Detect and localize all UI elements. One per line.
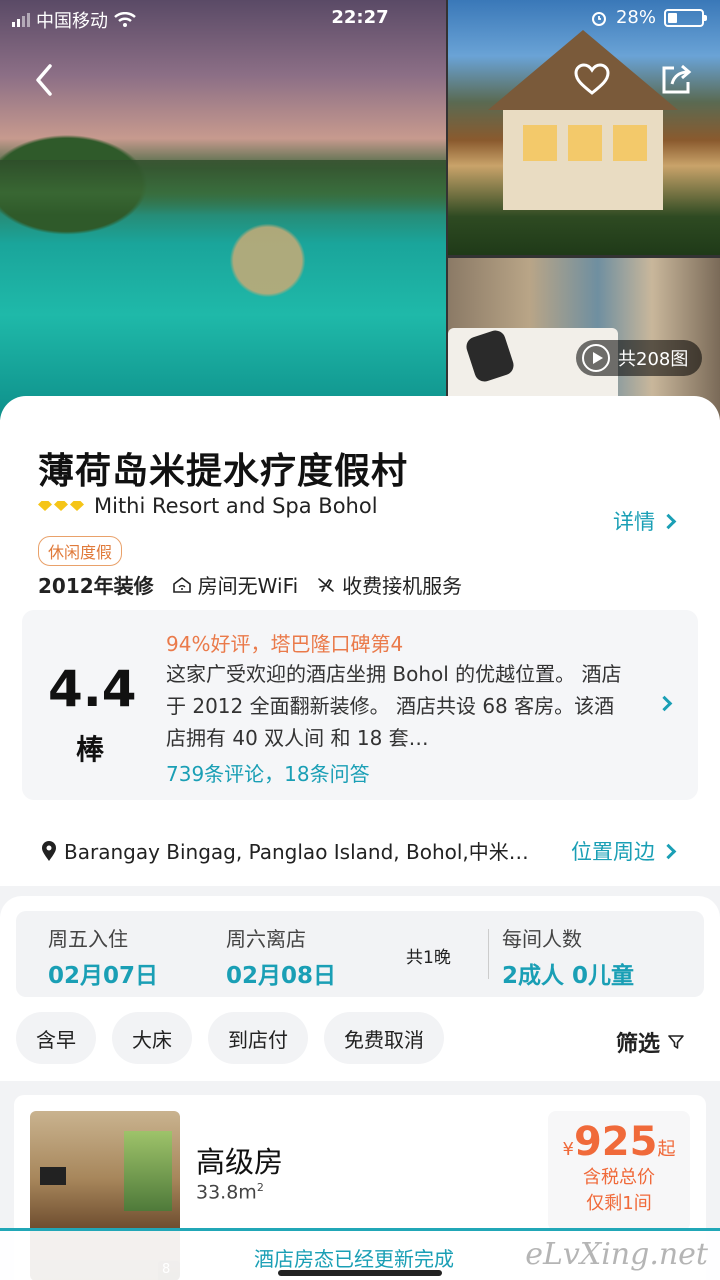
airport-facility: 收费接机服务 (316, 570, 462, 599)
divider (488, 929, 489, 979)
price-box[interactable]: ¥925起 含税总价 仅剩1间 (548, 1111, 690, 1231)
details-label: 详情 (613, 510, 655, 534)
hero-gallery[interactable]: 共208图 (0, 0, 720, 420)
price-suffix: 起 (657, 1139, 676, 1160)
renovation-year: 2012年装修 (38, 574, 154, 598)
review-description: 这家广受欢迎的酒店坐拥 Bohol 的优越位置。 酒店 于 2012 全面翻新装… (166, 662, 622, 750)
filter-label: 筛选 (615, 1032, 660, 1057)
heart-icon (574, 63, 610, 95)
share-button[interactable] (656, 60, 696, 100)
wifi-label: 房间无WiFi (197, 574, 299, 598)
airplane-icon (318, 577, 334, 592)
guests-col[interactable]: 每间人数 2成人 0儿童 (502, 923, 634, 990)
date-picker[interactable]: 周五入住 02月07日 周六离店 02月08日 共1晚 每间人数 2成人 0儿童 (16, 911, 704, 997)
home-indicator[interactable] (278, 1270, 442, 1276)
villa-illustration (488, 30, 678, 210)
guests-value: 2成人 0儿童 (502, 963, 635, 989)
hotel-subtitle: Mithi Resort and Spa Bohol (38, 494, 378, 518)
battery-icon (664, 8, 707, 27)
address-row[interactable]: Barangay Bingag, Panglao Island, Bohol,中… (40, 836, 560, 865)
funnel-icon (668, 1035, 684, 1049)
location-pin-icon (42, 840, 56, 861)
play-icon (582, 344, 610, 372)
hero-villa-photo[interactable] (448, 0, 720, 255)
back-button[interactable] (26, 60, 66, 100)
checkin-col[interactable]: 周五入住 02月07日 (48, 923, 158, 990)
photo-count-badge[interactable]: 共208图 (576, 340, 703, 376)
status-right: 28% (590, 7, 707, 28)
price-line: ¥925起 (548, 1119, 690, 1165)
toast-text: 酒店房态已经更新完成 (254, 1247, 454, 1271)
chevron-right-icon (656, 695, 673, 712)
alarm-icon (591, 11, 606, 26)
details-link[interactable]: 详情 (613, 506, 677, 536)
checkout-date: 02月08日 (226, 963, 337, 989)
chevron-right-icon (660, 843, 677, 859)
filter-chip-pay-at-hotel[interactable]: 到店付 (208, 1012, 308, 1064)
diamond-rating-icon (38, 501, 84, 511)
photo-count-label: 共208图 (618, 349, 689, 370)
price-note-tax: 含税总价 (583, 1167, 655, 1188)
guests-label: 每间人数 (502, 927, 582, 951)
hero-main-photo[interactable] (0, 0, 446, 420)
chevron-left-icon (36, 64, 52, 96)
review-summary[interactable]: 4.4 棒 94%好评，塔巴隆口碑第4 这家广受欢迎的酒店坐拥 Bohol 的优… (22, 610, 698, 800)
share-icon (662, 64, 692, 94)
hotel-name: 薄荷岛米提水疗度假村 (38, 451, 409, 492)
filter-chips: 含早 大床 到店付 免费取消 (16, 1012, 444, 1064)
facilities-row[interactable]: 2012年装修 房间无WiFi 收费接机服务 (38, 570, 462, 599)
filter-button[interactable]: 筛选 (616, 1026, 684, 1058)
watermark: eLvXing.net (525, 1237, 708, 1272)
checkin-date: 02月07日 (48, 963, 159, 989)
checkout-col[interactable]: 周六离店 02月08日 (226, 923, 336, 990)
nearby-link[interactable]: 位置周边 (571, 836, 677, 866)
hotel-tag: 休闲度假 (38, 536, 123, 566)
filter-chip-breakfast[interactable]: 含早 (16, 1012, 96, 1064)
nights-count: 共1晚 (406, 948, 451, 968)
filter-chip-bigbed[interactable]: 大床 (112, 1012, 192, 1064)
review-score: 4.4 (48, 660, 137, 718)
battery-percent: 28% (615, 7, 656, 28)
address-text: Barangay Bingag, Panglao Island, Bohol,中… (64, 840, 529, 864)
review-score-word: 棒 (75, 733, 104, 766)
room-size-unit: 2 (256, 1181, 264, 1194)
favorite-button[interactable] (572, 60, 612, 100)
filter-chip-free-cancel[interactable]: 免费取消 (324, 1012, 444, 1064)
status-bar: 中国移动 22:27 28% (0, 0, 720, 36)
room-size: 33.8m2 (196, 1181, 264, 1203)
checkout-label: 周六离店 (226, 927, 306, 951)
wifi-facility: 房间无WiFi (172, 570, 299, 599)
price-note-remaining: 仅剩1间 (586, 1193, 652, 1214)
checkin-label: 周五入住 (48, 927, 128, 951)
price-currency: ¥ (562, 1139, 574, 1160)
chevron-right-icon (660, 513, 677, 529)
room-size-value: 33.8m (196, 1181, 257, 1204)
review-count-link[interactable]: 739条评论，18条问答 (166, 758, 370, 787)
review-highlight: 94%好评，塔巴隆口碑第4 (166, 632, 404, 656)
booking-section: 周五入住 02月07日 周六离店 02月08日 共1晚 每间人数 2成人 0儿童… (0, 896, 720, 1280)
hotel-info-card: 薄荷岛米提水疗度假村 Mithi Resort and Spa Bohol 详情… (0, 396, 720, 886)
house-wifi-icon (172, 576, 191, 593)
nearby-label: 位置周边 (571, 840, 655, 864)
price-value: 925 (573, 1119, 658, 1165)
room-name: 高级房 (196, 1145, 284, 1179)
airport-label: 收费接机服务 (342, 574, 463, 598)
hotel-name-en: Mithi Resort and Spa Bohol (94, 494, 378, 518)
